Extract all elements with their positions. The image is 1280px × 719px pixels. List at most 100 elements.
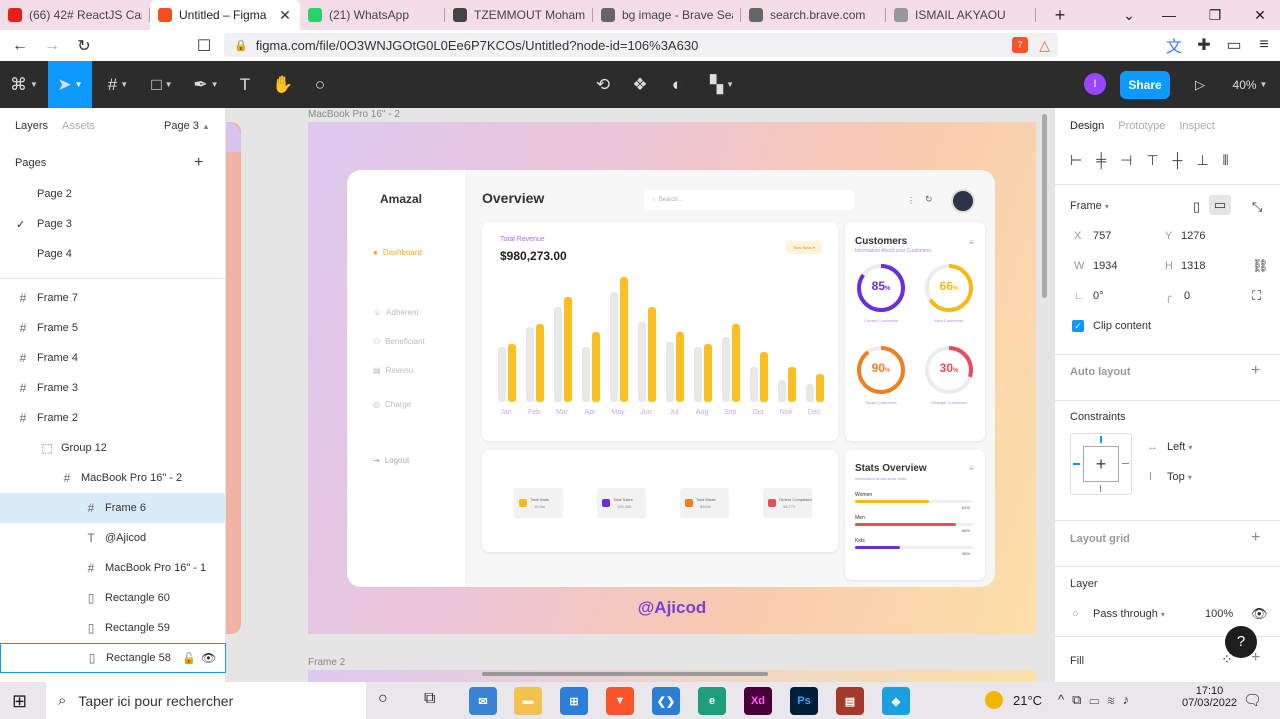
mask-button[interactable]: ◐	[662, 61, 692, 108]
forward-icon[interactable]: →	[40, 34, 64, 58]
system-tray-icons[interactable]: ^⧉▭≋♪	[1058, 692, 1137, 708]
dashboard-nav-item[interactable]: ● Dashboard	[373, 248, 422, 257]
task-view-icon[interactable]: ⧉	[424, 690, 435, 708]
stats-menu-icon[interactable]: ≡	[969, 464, 974, 473]
page-item[interactable]: Page 2	[0, 179, 226, 209]
add-auto-layout-icon[interactable]: +	[1251, 362, 1260, 380]
browser-tab[interactable]: (66) 42# ReactJS Cart P	[0, 0, 150, 30]
browser-tab[interactable]: (21) WhatsApp	[300, 0, 445, 30]
mail-icon[interactable]: ✉	[469, 687, 497, 715]
browser-tab[interactable]: search.brave.com	[741, 0, 886, 30]
windows-start-icon[interactable]: ⊞	[12, 691, 27, 712]
layer-row[interactable]: T @Ajicod	[0, 523, 226, 553]
tab-inspect[interactable]: Inspect	[1179, 120, 1214, 132]
adobe-xd-icon[interactable]: Xd	[744, 687, 772, 715]
browser-tab[interactable]: TZEMMOUT Mohamed	[445, 0, 593, 30]
back-icon[interactable]: ←	[8, 34, 32, 58]
opacity-input[interactable]: 100%	[1205, 608, 1233, 620]
layer-row[interactable]: ⬚ Group 12	[0, 433, 226, 463]
layer-row[interactable]: # Frame 2	[0, 403, 226, 433]
brave-browser-icon[interactable]: ▼	[606, 687, 634, 715]
v-constraint-dropdown[interactable]: Top ▾	[1167, 471, 1192, 483]
tab-layers[interactable]: Layers	[15, 120, 48, 132]
layer-row[interactable]: ▯ Rectangle 58 🔓 👁	[0, 643, 226, 673]
browser-tab[interactable]: Untitled – Figma ✕	[150, 0, 300, 30]
file-explorer-icon[interactable]: ▬	[514, 687, 542, 715]
clock[interactable]: 17:10 07/03/2022	[1182, 685, 1237, 709]
frame-label[interactable]: MacBook Pro 16" - 2	[308, 109, 400, 120]
new-tab-button[interactable]: +	[1042, 5, 1078, 26]
align-hcenter-icon[interactable]: ╪	[1096, 152, 1106, 169]
clip-content-checkbox[interactable]: ✓	[1072, 320, 1084, 332]
weather-temp[interactable]: 21°C	[1013, 693, 1042, 708]
layer-row[interactable]: # MacBook Pro 16" - 2	[0, 463, 226, 493]
add-page-icon[interactable]: +	[194, 154, 203, 172]
layer-row[interactable]: # Frame 5	[0, 313, 226, 343]
cortana-icon[interactable]: ○	[378, 690, 388, 708]
resize-to-fit-icon[interactable]: ⤡	[1252, 199, 1262, 215]
dashboard-nav-item[interactable]: ☺ Adhérent	[373, 308, 419, 317]
app-icon[interactable]: ◆	[882, 687, 910, 715]
dashboard-nav-item[interactable]: ▤ Revenu	[373, 366, 413, 375]
text-tool-button[interactable]: T	[230, 61, 260, 108]
weather-icon[interactable]	[985, 691, 1003, 709]
frame-tool-button[interactable]: # ▼	[96, 61, 140, 108]
align-top-icon[interactable]: ⊤	[1146, 152, 1158, 169]
boolean-button[interactable]: ▚ ▼	[700, 61, 744, 108]
independent-corners-icon[interactable]: ⛶	[1252, 288, 1261, 304]
portrait-icon[interactable]: ▯	[1193, 199, 1200, 215]
h-input[interactable]: 1318	[1181, 260, 1205, 272]
maximize-icon[interactable]: ❐	[1195, 0, 1235, 30]
visibility-eye-icon[interactable]: 👁	[1251, 606, 1268, 622]
horizontal-scrollbar[interactable]	[482, 672, 768, 676]
layer-row[interactable]: # MacBook Pro 16" - 1	[0, 553, 226, 583]
brave-shield-icon[interactable]: 7	[1012, 37, 1028, 53]
rotation-input[interactable]: 0°	[1093, 290, 1104, 302]
bookmark-icon[interactable]: ☐	[192, 34, 216, 58]
photoshop-icon[interactable]: Ps	[790, 687, 818, 715]
url-field[interactable]: 🔒 figma.com/file/0O3WNJGOtG0L0Ee6P7KCOs/…	[224, 33, 1058, 57]
share-button[interactable]: Share	[1120, 71, 1170, 99]
align-vcenter-icon[interactable]: ┼	[1173, 152, 1183, 169]
page-item[interactable]: ✓ Page 3	[0, 209, 226, 239]
main-menu-button[interactable]: ⌘ ▼	[0, 61, 48, 108]
shape-tool-button[interactable]: □ ▼	[140, 61, 184, 108]
tab-prototype[interactable]: Prototype	[1118, 120, 1165, 132]
dashboard-nav-item[interactable]: ◎ Charge	[373, 400, 411, 409]
y-input[interactable]: 1276	[1181, 230, 1205, 242]
winrar-icon[interactable]: ▤	[836, 687, 864, 715]
browser-tab[interactable]: bg image - Brave Searc	[593, 0, 741, 30]
unlock-icon[interactable]: 🔓	[182, 652, 196, 665]
minimize-icon[interactable]: —	[1149, 0, 1189, 30]
vscode-icon[interactable]: ❮❯	[652, 687, 680, 715]
taskbar-search[interactable]: ⌕ Taper ici pour rechercher	[46, 682, 366, 719]
notifications-icon[interactable]: 🗨	[1243, 691, 1262, 709]
extensions-icon[interactable]: ✚	[1192, 33, 1216, 57]
layer-row[interactable]: ▯ Rectangle 60	[0, 583, 226, 613]
vertical-scrollbar[interactable]	[1042, 114, 1047, 298]
component-button[interactable]: ❖	[625, 61, 655, 108]
browser-tab[interactable]: ISMAIL AKYAOU	[886, 0, 1036, 30]
dashboard-search[interactable]: ○ Search...	[644, 190, 854, 210]
refresh-icon[interactable]: ↻	[925, 194, 933, 205]
pen-tool-button[interactable]: ✒ ▼	[184, 61, 228, 108]
tab-assets[interactable]: Assets	[62, 120, 95, 132]
layer-row[interactable]: # Frame 3	[0, 373, 226, 403]
profile-avatar[interactable]	[951, 189, 975, 213]
help-button[interactable]: ?	[1225, 626, 1257, 658]
frame-type-dropdown[interactable]: Frame ▾	[1070, 200, 1109, 212]
constraints-widget[interactable]: +	[1070, 433, 1132, 495]
kpi-tile[interactable]: Total Visits 10.9m	[514, 488, 563, 518]
layer-row[interactable]: # Frame 4	[0, 343, 226, 373]
blend-mode-dropdown[interactable]: Pass through ▾	[1093, 608, 1165, 620]
align-left-icon[interactable]: ⊢	[1070, 152, 1082, 169]
filter-icon[interactable]: ≡	[969, 238, 974, 247]
radius-input[interactable]: 0	[1184, 290, 1190, 302]
kpi-tile[interactable]: Orders Completed 98,771	[763, 488, 812, 518]
brave-rewards-icon[interactable]: △	[1039, 37, 1050, 53]
more-icon[interactable]: ⋮	[907, 196, 915, 205]
w-input[interactable]: 1934	[1093, 260, 1117, 272]
comment-tool-button[interactable]: ○	[305, 61, 335, 108]
edge-icon[interactable]: e	[698, 687, 726, 715]
eye-icon[interactable]: 👁	[201, 651, 216, 665]
